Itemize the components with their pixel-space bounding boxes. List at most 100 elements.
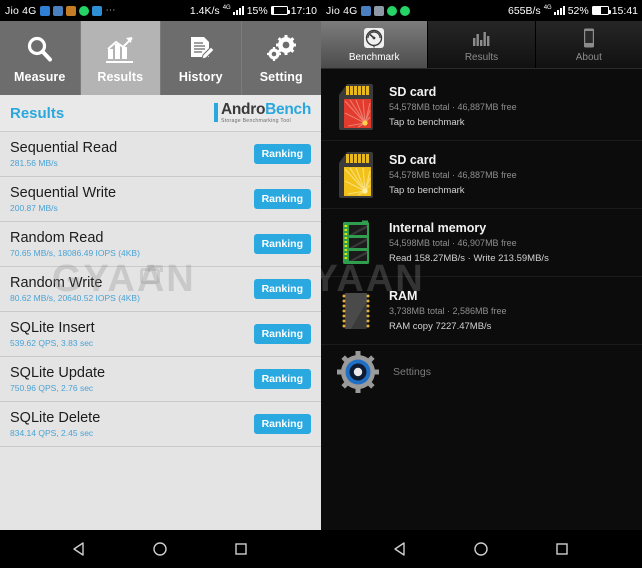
result-info: Sequential Write 200.87 MB/s (10, 185, 116, 213)
logo-text: AndroBench Storage Benchmarking Tool (221, 102, 311, 124)
back-triangle-icon[interactable] (67, 536, 93, 562)
back-triangle-icon[interactable] (388, 536, 414, 562)
sd-card-red-icon (333, 81, 379, 133)
right-nav-bar (321, 530, 642, 568)
list-item[interactable]: SD card 54,578MB total · 46,887MB free T… (321, 141, 642, 209)
list-item[interactable]: SD card 54,578MB total · 46,887MB free T… (321, 73, 642, 141)
page-title: Results (10, 104, 65, 122)
magnifier-icon (25, 32, 55, 65)
table-row[interactable]: SQLite Delete 834.14 QPS, 2.45 sec Ranki… (0, 402, 321, 447)
result-value: 200.87 MB/s (10, 203, 58, 213)
document-edit-icon (186, 32, 216, 65)
table-row[interactable]: Random Read 70.65 MB/s, 18086.49 IOPS (4… (0, 222, 321, 267)
device-capacity: 54,578MB total · 46,887MB free (389, 170, 517, 180)
tab-results[interactable]: Results (80, 21, 161, 95)
recents-square-icon[interactable] (549, 536, 575, 562)
left-tab-bar: Measure Results History Setting (0, 21, 321, 95)
tab-benchmark[interactable]: Benchmark (321, 21, 429, 68)
ranking-button[interactable]: Ranking (253, 369, 311, 389)
lock-icon (65, 5, 76, 16)
network-type-label: 4G (543, 4, 552, 11)
device-text: Internal memory 54,598MB total · 46,907M… (389, 221, 549, 264)
result-name: SQLite Delete (10, 410, 101, 426)
result-value: 750.96 QPS, 2.76 sec (10, 383, 94, 393)
device-action: Tap to benchmark (389, 185, 465, 196)
ranking-button[interactable]: Ranking (253, 324, 311, 344)
device-speeds: Read 158.27MB/s · Write 213.59MB/s (389, 253, 549, 264)
tab-about[interactable]: About (535, 21, 642, 68)
ranking-button[interactable]: Ranking (253, 279, 311, 299)
network-speed-label: 655B/s (507, 4, 541, 17)
settings-row[interactable]: Settings (321, 345, 642, 399)
left-status-bar: Jio 4G ⋯ 1.4K/s 4G 15% 17:10 (0, 0, 321, 21)
device-capacity: 3,738MB total · 2,586MB free (389, 306, 507, 316)
tab-history-label: History (178, 70, 223, 84)
result-name: Sequential Read (10, 140, 118, 156)
network-type-label: 4G (222, 4, 231, 11)
device-speeds: RAM copy 7227.47MB/s (389, 321, 492, 332)
bar-chart-icon (105, 32, 135, 65)
contacts-icon (52, 5, 63, 16)
right-status-bar: Jio 4G 655B/s 4G 52% 15:41 (321, 0, 642, 21)
result-name: SQLite Update (10, 365, 106, 381)
table-row[interactable]: SQLite Update 750.96 QPS, 2.76 sec Ranki… (0, 357, 321, 402)
left-phone-screen: Jio 4G ⋯ 1.4K/s 4G 15% 17:10 Measure Res… (0, 0, 321, 568)
tab-measure-label: Measure (14, 70, 66, 84)
list-item[interactable]: RAM 3,738MB total · 2,586MB free RAM cop… (321, 277, 642, 345)
tab-setting[interactable]: Setting (242, 21, 322, 95)
whatsapp-icon (399, 5, 410, 16)
phone-icon (579, 26, 599, 50)
device-title: RAM (389, 289, 418, 303)
logo-accent-bar (213, 103, 218, 123)
table-row[interactable]: Random Write 80.62 MB/s, 20640.52 IOPS (… (0, 267, 321, 312)
bar-chart-icon (471, 26, 491, 50)
ranking-button[interactable]: Ranking (253, 144, 311, 164)
result-info: Random Read 70.65 MB/s, 18086.49 IOPS (4… (10, 230, 140, 258)
contacts-icon (360, 5, 371, 16)
right-phone-screen: Jio 4G 655B/s 4G 52% 15:41 Benchmark Res… (321, 0, 642, 568)
results-list: Sequential Read 281.56 MB/s Ranking Sequ… (0, 132, 321, 447)
recents-square-icon[interactable] (228, 536, 254, 562)
battery-percent-label: 15% (246, 4, 268, 17)
ranking-button[interactable]: Ranking (253, 189, 311, 209)
device-text: SD card 54,578MB total · 46,887MB free T… (389, 85, 517, 128)
logo-secondary: Bench (265, 101, 311, 119)
device-list: SD card 54,578MB total · 46,887MB free T… (321, 69, 642, 399)
settings-label: Settings (393, 366, 431, 378)
result-value: 281.56 MB/s (10, 158, 58, 168)
logo-tagline: Storage Benchmarking Tool (220, 117, 291, 124)
ranking-button[interactable]: Ranking (253, 414, 311, 434)
result-name: Random Read (10, 230, 104, 246)
home-circle-icon[interactable] (147, 536, 173, 562)
logo-primary: Andro (220, 101, 266, 119)
tab-measure[interactable]: Measure (0, 21, 81, 95)
gear-blue-icon (335, 346, 381, 398)
whatsapp-icon (386, 5, 397, 16)
table-row[interactable]: Sequential Read 281.56 MB/s Ranking (0, 132, 321, 177)
ranking-button[interactable]: Ranking (253, 234, 311, 254)
table-row[interactable]: Sequential Write 200.87 MB/s Ranking (0, 177, 321, 222)
status-overflow-icon: ⋯ (105, 5, 117, 16)
table-row[interactable]: SQLite Insert 539.62 QPS, 3.83 sec Ranki… (0, 312, 321, 357)
result-value: 539.62 QPS, 3.83 sec (10, 338, 94, 348)
tab-history[interactable]: History (161, 21, 242, 95)
result-name: SQLite Insert (10, 320, 95, 336)
signal-bars-icon (232, 6, 244, 15)
result-info: SQLite Update 750.96 QPS, 2.76 sec (10, 365, 105, 393)
right-status-right: 655B/s 4G 52% 15:41 (508, 5, 638, 17)
clock-label: 15:41 (611, 4, 638, 17)
memory-stick-icon (333, 217, 379, 269)
results-header: Results AndroBench Storage Benchmarking … (0, 95, 321, 132)
tab-results-right[interactable]: Results (428, 21, 536, 68)
home-circle-icon[interactable] (468, 536, 494, 562)
result-value: 70.65 MB/s, 18086.49 IOPS (4KB) (10, 248, 140, 258)
battery-percent-label: 52% (567, 4, 589, 17)
device-title: Internal memory (389, 221, 487, 235)
result-value: 80.62 MB/s, 20640.52 IOPS (4KB) (10, 293, 140, 303)
tab-results-right-label: Results (464, 52, 499, 63)
device-capacity: 54,598MB total · 46,907MB free (389, 238, 517, 248)
device-text: SD card 54,578MB total · 46,887MB free T… (389, 153, 517, 196)
network-speed-label: 1.4K/s (189, 4, 220, 17)
device-title: SD card (389, 153, 437, 167)
list-item[interactable]: Internal memory 54,598MB total · 46,907M… (321, 209, 642, 277)
